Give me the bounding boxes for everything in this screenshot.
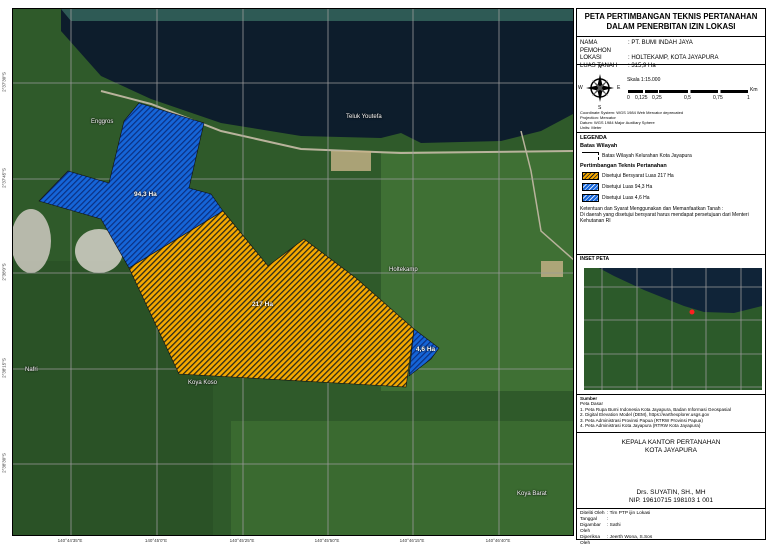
- legend-item: Disetujui Luas 4,6 Ha: [602, 195, 650, 201]
- scale-tick: 1: [747, 95, 750, 101]
- map-info-panel: PETA PERTIMBANGAN TEKNIS PERTANAHAN DALA…: [576, 8, 766, 546]
- place-label: Koya Koso: [188, 380, 218, 386]
- scale-tick: 0: [627, 95, 630, 101]
- lon-tick: 140°44'35"E: [57, 538, 83, 543]
- scale-unit: Km: [750, 87, 758, 93]
- info-key: NAMA PEMOHON: [580, 40, 612, 54]
- sources: Sumber Peta Dasar 1. Peta Rupa Bumi Indo…: [577, 395, 765, 433]
- signer-name: Drs. SUYATIN, SH., MH: [636, 489, 706, 496]
- scale-tick: 0,125: [635, 95, 648, 101]
- scale-section: N S W E Skala 1:15.000 Km 0 0,125 0,25 0…: [577, 64, 765, 133]
- credit-key: Digambar Oleh: [580, 523, 601, 534]
- coord-line: Units: Meter: [580, 125, 602, 130]
- compass-w: W: [578, 85, 583, 91]
- place-label: Holtekamp: [389, 267, 418, 273]
- lon-tick: 140°46'15"E: [399, 538, 425, 543]
- place-label: Teluk Youtefa: [346, 114, 382, 120]
- location-marker: [689, 309, 695, 315]
- legend-group: Batas Wilayah: [580, 143, 618, 149]
- lon-tick: 140°45'0"E: [144, 538, 168, 543]
- blue-hatch-swatch: [582, 183, 599, 191]
- sources-title: Sumber: [580, 396, 598, 401]
- scale-tick: 0,75: [713, 95, 723, 101]
- lon-tick: 140°45'25"E: [229, 538, 255, 543]
- legend: LEGENDA Batas Wilayah Batas Wilayah Kelu…: [577, 133, 765, 255]
- legend-note: Di daerah yang disetujui bersyarat harus…: [580, 212, 749, 224]
- scale-tick: 0,5: [684, 95, 691, 101]
- info-key: LOKASI: [580, 55, 602, 61]
- legend-group: Pertimbangan Teknis Pertanahan: [580, 163, 667, 169]
- footer-credits: Diteliti Oleh: Tim PTP ijin Lokasi Tangg…: [577, 509, 765, 549]
- lat-tick: 2°37'45"S: [1, 168, 7, 188]
- info-value: : PT. BUMI INDAH JAYA: [628, 40, 693, 46]
- credit-value: : Tim PTP ijin Lokasi: [607, 511, 651, 516]
- inset-title: INSET PETA: [580, 256, 610, 262]
- inset-map-image: [584, 268, 762, 390]
- place-label: Enggros: [91, 119, 114, 125]
- area-label: 217 Ha: [252, 301, 273, 308]
- lon-tick: 140°45'50"E: [314, 538, 340, 543]
- office-name: KEPALA KANTOR PERTANAHAN: [621, 439, 721, 446]
- source-item: 4. Peta Administrasi Kota Jayapura (RTRW…: [580, 423, 701, 429]
- compass-n: N: [598, 64, 602, 70]
- scale-label: Skala 1:15.000: [627, 77, 661, 83]
- signature-block: KEPALA KANTOR PERTANAHAN KOTA JAYAPURA D…: [577, 433, 765, 509]
- legend-title: LEGENDA: [580, 135, 607, 141]
- blue-hatch-swatch: [582, 194, 599, 202]
- area-label: 94,3 Ha: [134, 191, 157, 198]
- place-label: Nafri: [25, 367, 38, 373]
- lat-tick: 2°38'15"S: [1, 358, 7, 378]
- scale-tick: 0,25: [652, 95, 662, 101]
- compass-rose-icon: [586, 74, 614, 102]
- orange-hatch-swatch: [582, 172, 599, 180]
- office-name: KOTA JAYAPURA: [644, 447, 697, 454]
- lon-tick: 140°46'40"E: [485, 538, 511, 543]
- boundary-line-icon: [582, 152, 599, 160]
- legend-item: Batas Wilayah Kelurahan Kota Jayapura: [602, 153, 692, 159]
- lat-tick: 2°38'30"S: [1, 453, 7, 473]
- title-line: PETA PERTIMBANGAN TEKNIS PERTANAHAN: [584, 12, 758, 21]
- info-value: : HOLTEKAMP, KOTA JAYAPURA: [628, 55, 719, 61]
- legend-item: Disetujui Luas 94,3 Ha: [602, 184, 653, 190]
- map-frame[interactable]: 94,3 Ha 217 Ha 4,6 Ha Enggros Teluk Yout…: [12, 8, 574, 536]
- applicant-info: NAMA PEMOHON : PT. BUMI INDAH JAYA LOKASI…: [577, 37, 765, 69]
- scale-bar: [628, 90, 748, 93]
- title-line: DALAM PENERBITAN IZIN LOKASI: [606, 22, 736, 31]
- map-title: PETA PERTIMBANGAN TEKNIS PERTANAHAN DALA…: [577, 9, 765, 37]
- credit-key: Diperiksa Oleh: [580, 535, 600, 546]
- compass-e: E: [617, 85, 621, 91]
- satellite-map: [13, 9, 573, 535]
- signer-nip: NIP. 19610715 198103 1 001: [628, 497, 714, 504]
- credit-value: : Sathi: [607, 523, 621, 528]
- credit-value: : Jeerth Wona, S.Sos: [607, 535, 653, 540]
- coordinate-info: Coordinate System: WGS 1984 Web Mercator…: [580, 110, 683, 130]
- area-label: 4,6 Ha: [416, 346, 436, 353]
- inset-map: INSET PETA: [577, 255, 765, 395]
- lat-tick: 2°38'0"S: [1, 263, 7, 281]
- place-label: Koya Barat: [517, 491, 547, 497]
- lat-tick: 2°37'30"S: [1, 72, 7, 92]
- legend-item: Disetujui Bersyarat Luas 217 Ha: [602, 173, 674, 179]
